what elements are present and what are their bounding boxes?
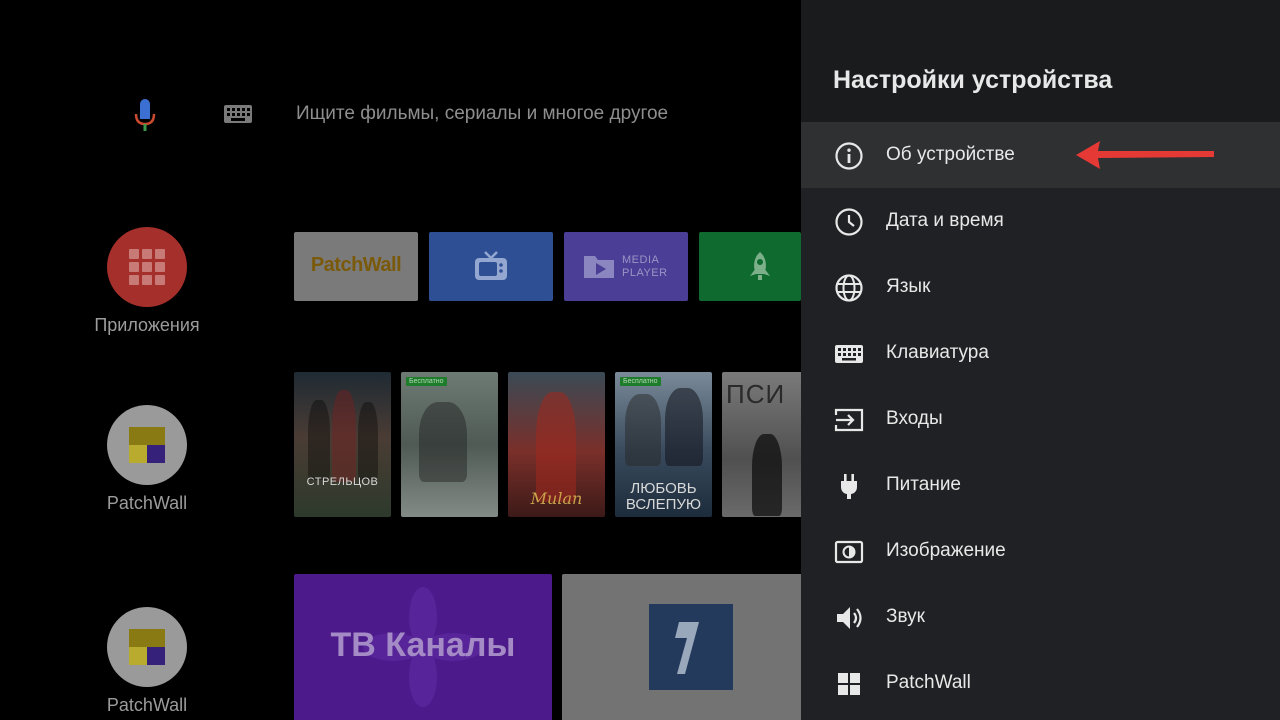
settings-item-picture[interactable]: Изображение <box>801 518 1280 584</box>
settings-item-label: Питание <box>886 474 961 495</box>
settings-item-label: Изображение <box>886 540 1006 561</box>
poster-title: ЛЮБОВЬ ВСЛЕПУЮ <box>625 480 702 513</box>
settings-item-label: Звук <box>886 606 925 627</box>
launcher-home: Ищите фильмы, сериалы и многое другое Пр… <box>0 0 801 720</box>
tv-icon <box>475 251 507 280</box>
apps-shortcut[interactable]: Приложения <box>88 227 206 336</box>
search-input[interactable]: Ищите фильмы, сериалы и многое другое <box>296 103 668 125</box>
settings-header: Настройки устройства <box>801 0 1280 122</box>
poster-title: СТРЕЛЬЦОВ <box>306 476 379 488</box>
settings-item-label: Дата и время <box>886 210 1004 231</box>
settings-item-date-time[interactable]: Дата и время <box>801 188 1280 254</box>
patchwall-tile-label: PatchWall <box>310 254 402 276</box>
settings-item-label: Входы <box>886 408 943 429</box>
globe-icon <box>835 274 863 302</box>
poster-2[interactable]: Бесплатно <box>401 372 498 517</box>
play-folder-icon <box>584 256 614 278</box>
patchwall-label: PatchWall <box>106 493 188 513</box>
channel-one-logo <box>649 604 733 690</box>
poster-mulan[interactable]: Mulan <box>508 372 605 517</box>
patchwall-icon <box>107 607 187 687</box>
apps-label: Приложения <box>94 315 200 335</box>
patchwall-shortcut[interactable]: PatchWall <box>88 405 206 514</box>
poster-title: ПСИ <box>726 379 786 409</box>
tv-channels-label: ТВ Каналы <box>330 626 516 664</box>
settings-panel: Настройки устройства Об устройстве Дата … <box>801 0 1280 720</box>
patchwall-icon <box>838 673 860 695</box>
picture-icon <box>834 540 864 564</box>
annotation-arrow-icon <box>1076 141 1214 169</box>
settings-item-power[interactable]: Питание <box>801 452 1280 518</box>
keyboard-icon[interactable] <box>223 104 253 124</box>
app-tile-tv[interactable] <box>429 232 553 301</box>
poster-psi[interactable]: ПСИ <box>722 372 801 517</box>
free-badge: Бесплатно <box>406 377 447 386</box>
settings-item-sound[interactable]: Звук <box>801 584 1280 650</box>
app-tile-media-player[interactable]: MEDIA PLAYER <box>564 232 688 301</box>
tile-tv-channels[interactable]: ТВ Каналы <box>294 574 552 720</box>
settings-item-label: PatchWall <box>886 672 971 693</box>
poster-lyubov-vslepuyu[interactable]: Бесплатно ЛЮБОВЬ ВСЛЕПУЮ <box>615 372 712 517</box>
poster-streltsov[interactable]: СТРЕЛЬЦОВ <box>294 372 391 517</box>
microphone-icon[interactable] <box>133 98 157 132</box>
media-player-label: MEDIA PLAYER <box>622 254 668 279</box>
apps-grid-icon <box>107 227 187 307</box>
patchwall-icon <box>107 405 187 485</box>
settings-item-label: Язык <box>886 276 931 297</box>
free-badge: Бесплатно <box>620 377 661 386</box>
settings-title: Настройки устройства <box>833 66 1113 94</box>
app-tile-rocket[interactable] <box>699 232 801 301</box>
settings-item-label: Клавиатура <box>886 342 989 363</box>
poster-title: Mulan <box>530 489 583 508</box>
power-plug-icon <box>841 474 857 499</box>
settings-item-patchwall[interactable]: PatchWall <box>801 650 1280 716</box>
settings-item-label: Об устройстве <box>886 144 1015 165</box>
input-icon <box>834 408 864 432</box>
tile-channel-one[interactable] <box>562 574 801 720</box>
patchwall-label-2: PatchWall <box>106 695 188 715</box>
patchwall-shortcut-2[interactable]: PatchWall <box>88 607 206 716</box>
settings-item-inputs[interactable]: Входы <box>801 386 1280 452</box>
app-tile-patchwall[interactable]: PatchWall <box>294 232 418 301</box>
rocket-icon <box>750 252 770 280</box>
settings-item-language[interactable]: Язык <box>801 254 1280 320</box>
clock-icon <box>835 208 863 236</box>
info-icon <box>835 142 863 170</box>
speaker-icon <box>837 607 862 629</box>
settings-item-keyboard[interactable]: Клавиатура <box>801 320 1280 386</box>
keyboard-icon <box>835 345 863 363</box>
